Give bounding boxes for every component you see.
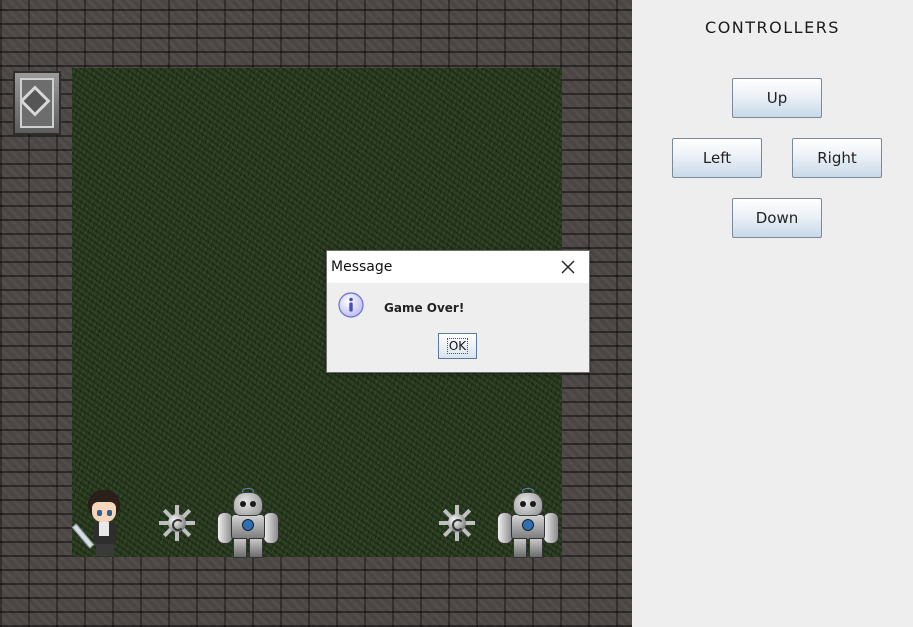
hero-character bbox=[71, 488, 128, 558]
right-button[interactable]: Right bbox=[792, 138, 882, 178]
controllers-title: CONTROLLERS bbox=[705, 18, 840, 37]
dialog-message: Game Over! bbox=[384, 301, 465, 315]
left-button[interactable]: Left bbox=[672, 138, 762, 178]
spike-ball-icon bbox=[439, 505, 475, 541]
message-dialog: Message Game Over! OK bbox=[326, 250, 590, 373]
robot-enemy bbox=[216, 488, 279, 558]
dialog-titlebar[interactable]: Message bbox=[327, 251, 589, 283]
spike-ball-icon bbox=[159, 505, 195, 541]
info-icon bbox=[338, 292, 364, 318]
exit-door-icon bbox=[13, 71, 61, 135]
close-icon[interactable] bbox=[555, 255, 581, 279]
robot-enemy bbox=[496, 488, 559, 558]
dialog-title: Message bbox=[331, 259, 393, 275]
ok-button-label: OK bbox=[446, 338, 469, 354]
down-button[interactable]: Down bbox=[732, 198, 822, 238]
up-button[interactable]: Up bbox=[732, 78, 822, 118]
ok-button[interactable]: OK bbox=[438, 333, 477, 359]
